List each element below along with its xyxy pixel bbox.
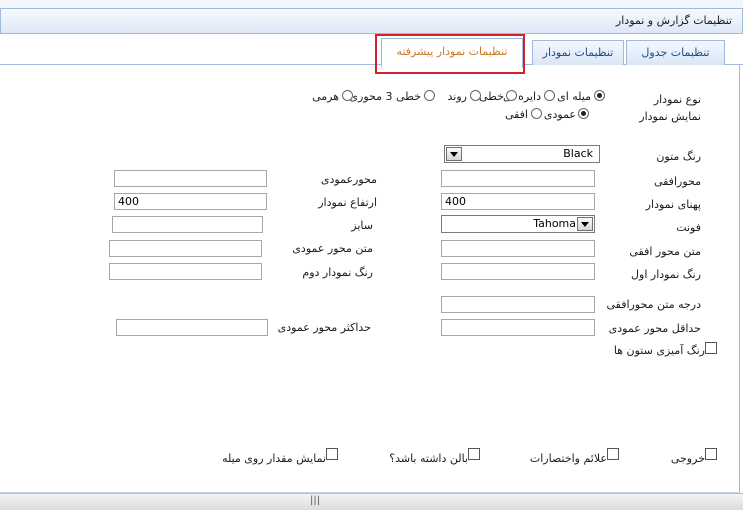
- horizontal-axis-degree-input[interactable]: [441, 296, 595, 313]
- vertical-axis-text-label: متن محور عمودی: [292, 242, 373, 255]
- scroll-grip-icon[interactable]: |||: [310, 495, 320, 506]
- radio-line-label: خطی: [479, 90, 504, 103]
- first-chart-color-input[interactable]: [441, 263, 595, 280]
- radio-horizontal[interactable]: [531, 108, 542, 119]
- font-select[interactable]: Tahoma: [441, 215, 595, 233]
- tab-table-settings[interactable]: تنظیمات جدول: [626, 40, 725, 65]
- horizontal-axis-text-input[interactable]: [441, 240, 595, 257]
- chart-height-input[interactable]: [114, 193, 267, 210]
- horizontal-axis-degree-label: درجه متن محورافقی: [606, 298, 701, 311]
- has-balloon-label: بالن داشته باشد؟: [389, 452, 468, 465]
- signs-abbreviations-checkbox[interactable]: [607, 448, 619, 460]
- size-input[interactable]: [112, 216, 263, 233]
- text-color-label: رنگ متون: [656, 150, 701, 163]
- chart-display-label: نمایش نمودار: [639, 110, 701, 123]
- chart-width-input[interactable]: [441, 193, 595, 210]
- vertical-axis-max-input[interactable]: [116, 319, 268, 336]
- radio-pie[interactable]: [544, 90, 555, 101]
- first-chart-color-label: رنگ نمودار اول: [631, 268, 701, 281]
- horizontal-axis-input[interactable]: [441, 170, 595, 187]
- text-color-select[interactable]: Black: [444, 145, 600, 163]
- radio-horizontal-label: افقی: [504, 108, 528, 121]
- horizontal-axis-label: محورافقی: [653, 175, 701, 188]
- chevron-down-icon[interactable]: [446, 147, 462, 161]
- page-title: تنظیمات گزارش و نمودار: [615, 14, 732, 27]
- chart-height-label: ارتفاع نمودار: [318, 196, 377, 209]
- show-value-on-bar-checkbox[interactable]: [326, 448, 338, 460]
- radio-line[interactable]: [506, 90, 517, 101]
- radio-bar[interactable]: [594, 90, 605, 101]
- signs-abbreviations-label: علائم واختصارات: [529, 452, 607, 465]
- show-value-on-bar-label: نمایش مقدار روی میله: [222, 452, 326, 465]
- size-label: سایز: [351, 219, 373, 232]
- vertical-axis-label: محورعمودی: [320, 173, 377, 186]
- second-chart-color-label: رنگ نمودار دوم: [302, 266, 373, 279]
- output-checkbox[interactable]: [705, 448, 717, 460]
- radio-trend[interactable]: [470, 90, 481, 101]
- radio-3axis-line-label: خطی 3 محوری: [349, 90, 421, 103]
- radio-pyramid-label: هرمی: [312, 90, 339, 103]
- vertical-axis-input[interactable]: [114, 170, 267, 187]
- vertical-axis-text-input[interactable]: [109, 240, 262, 257]
- radio-3axis-line[interactable]: [424, 90, 435, 101]
- horizontal-axis-text-label: متن محور افقی: [629, 245, 701, 258]
- tab-chart-settings[interactable]: تنظیمات نمودار: [532, 40, 624, 65]
- vertical-axis-min-label: حداقل محور عمودی: [608, 322, 701, 335]
- vertical-axis-min-input[interactable]: [441, 319, 595, 336]
- chart-type-label: نوع نمودار: [653, 93, 701, 106]
- vertical-axis-max-label: حداکثر محور عمودی: [277, 321, 371, 334]
- second-chart-color-input[interactable]: [109, 263, 262, 280]
- radio-vertical[interactable]: [578, 108, 589, 119]
- output-label: خروجی: [670, 452, 705, 465]
- font-label: فونت: [676, 221, 701, 234]
- chart-width-label: پهنای نمودار: [645, 198, 701, 211]
- radio-vertical-label: عمودی: [543, 108, 576, 121]
- radio-trend-label: روند: [447, 90, 467, 103]
- radio-bar-label: میله ای: [557, 90, 591, 103]
- has-balloon-checkbox[interactable]: [468, 448, 480, 460]
- chevron-down-icon[interactable]: [577, 217, 593, 231]
- font-value: Tahoma: [533, 217, 576, 230]
- column-coloring-label: رنگ آمیزی ستون ها: [613, 344, 705, 357]
- text-color-value: Black: [563, 147, 593, 160]
- column-coloring-checkbox[interactable]: [705, 342, 717, 354]
- horizontal-scrollbar[interactable]: [0, 493, 743, 510]
- panel-header: تنظیمات گزارش و نمودار: [0, 8, 743, 34]
- tab-advanced-chart-settings[interactable]: تنظیمات نمودار پیشرفته: [381, 38, 523, 68]
- radio-pyramid[interactable]: [342, 90, 353, 101]
